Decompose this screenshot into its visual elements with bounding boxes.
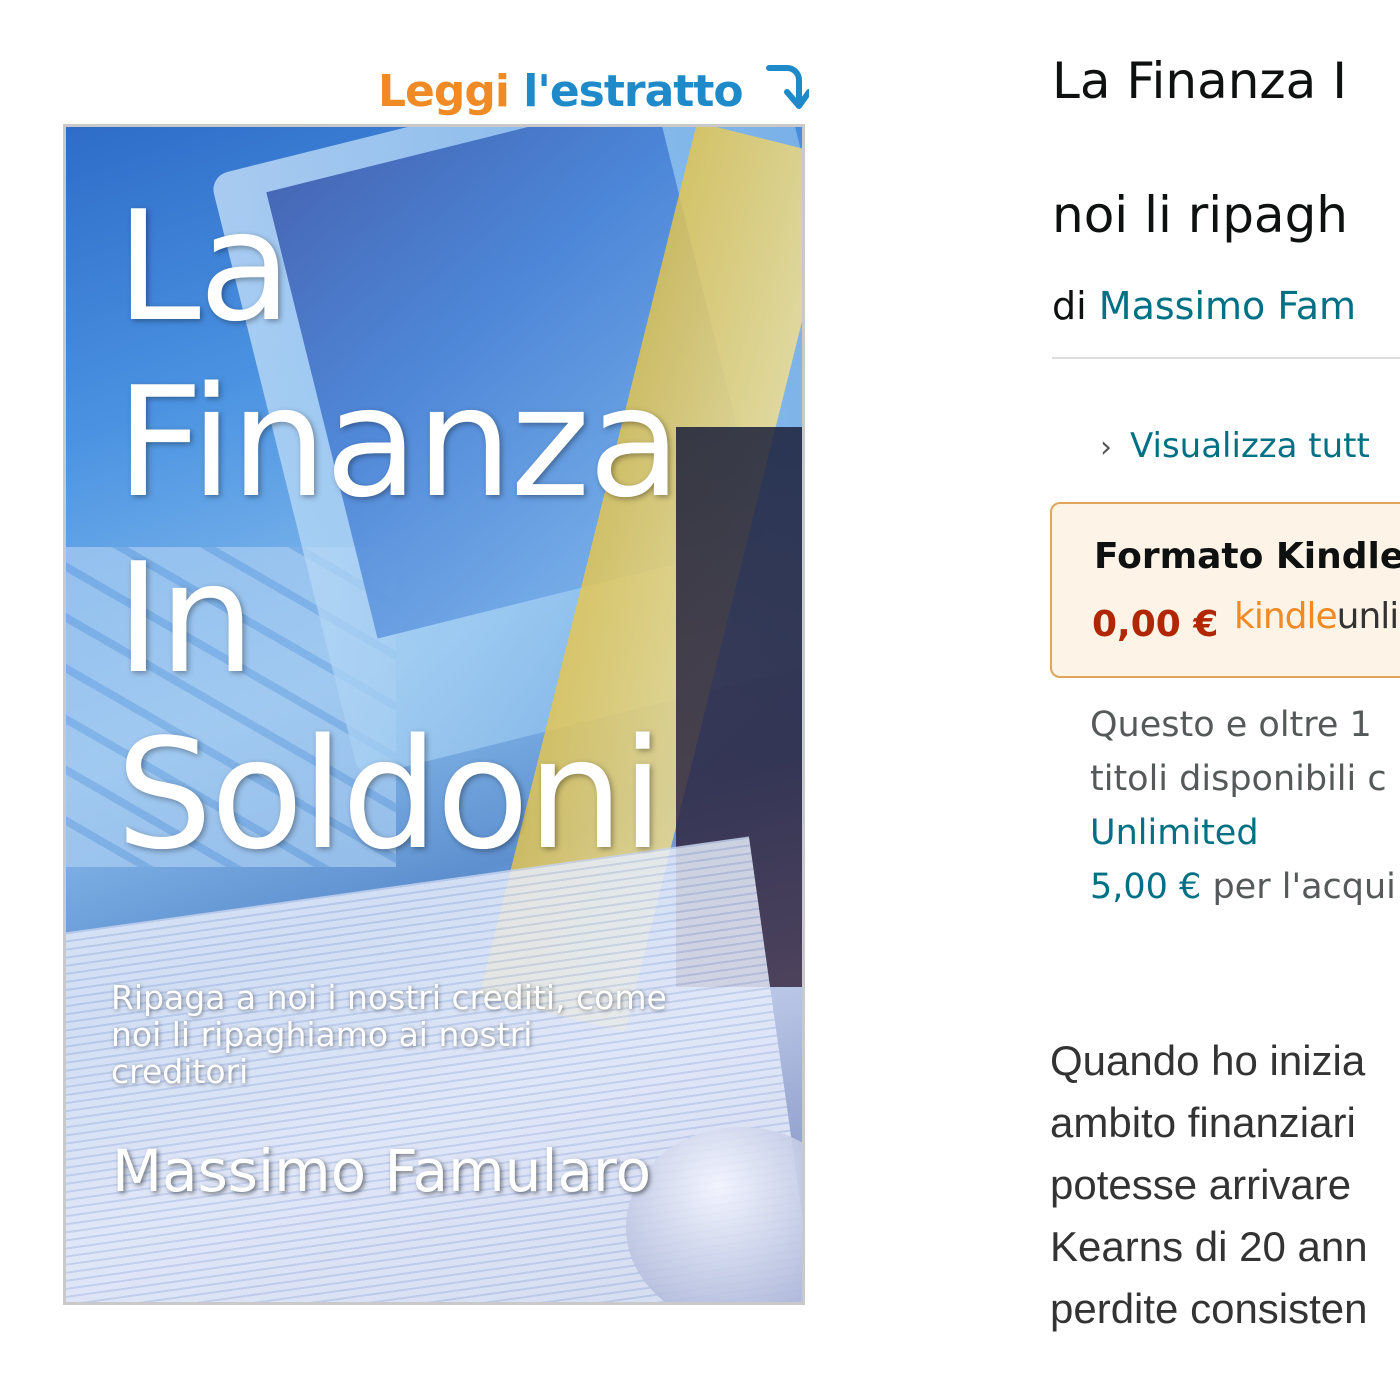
cover-subtitle: Ripaga a noi i nostri crediti, come noi … (111, 979, 781, 1090)
author-link[interactable]: Massimo Fam (1099, 284, 1356, 328)
cover-subtitle-line: creditori (111, 1052, 249, 1091)
curved-down-arrow-icon (763, 62, 812, 123)
description-line: Kearns di 20 ann (1050, 1223, 1368, 1270)
cover-author: Massimo Famularo (112, 1137, 652, 1205)
cover-title-line: Soldoni (116, 706, 664, 883)
format-price: 0,00 € (1092, 604, 1219, 645)
cover-title-line: Finanza (116, 354, 681, 531)
cover-title: La Finanza In Soldoni (116, 179, 796, 883)
cover-title-line: La (116, 178, 292, 355)
buy-price-link[interactable]: 5,00 € (1090, 867, 1201, 907)
look-inside-button[interactable]: Leggi l'estratto (378, 62, 812, 123)
kindle-format-option[interactable]: Formato Kindle 0,00 € kindleunli (1050, 502, 1400, 678)
cover-subtitle-line: Ripaga a noi i nostri crediti, come (111, 978, 667, 1017)
see-all-formats-link[interactable]: › Visualizza tutt (1100, 426, 1370, 466)
cover-title-line: In (116, 530, 255, 707)
ku-note-line: titoli disponibili c (1090, 759, 1387, 799)
description-line: ambito finanziari (1050, 1099, 1356, 1146)
look-inside-word-excerpt: l'estratto (523, 66, 743, 117)
product-title-line-2: noi li ripagh (1052, 186, 1348, 244)
kindle-unlimited-link[interactable]: Unlimited (1090, 813, 1259, 853)
cover-subtitle-line: noi li ripaghiamo ai nostri (111, 1015, 533, 1054)
ku-note-line: Questo e oltre 1 (1090, 705, 1372, 745)
byline-prefix: di (1052, 284, 1087, 328)
divider (1052, 357, 1400, 359)
description-line: perdite consisten (1050, 1285, 1368, 1332)
buy-price-suffix: per l'acqui (1212, 867, 1396, 907)
product-title-line-1: La Finanza I (1052, 52, 1347, 110)
kindle-unlimited-logo-kindle: kindle (1234, 596, 1338, 637)
kindle-unlimited-logo-unlimited: unli (1336, 596, 1400, 637)
look-inside-word-read: Leggi (378, 66, 510, 117)
kindle-unlimited-logo: kindleunli (1234, 596, 1400, 637)
book-cover-image[interactable]: La Finanza In Soldoni Ripaga a noi i nos… (63, 124, 805, 1305)
chevron-right-icon: › (1100, 430, 1112, 465)
description-line: Quando ho inizia (1050, 1037, 1366, 1084)
book-description: Quando ho inizia ambito finanziari potes… (1050, 1030, 1400, 1340)
see-all-label: Visualizza tutt (1130, 426, 1370, 466)
byline: di Massimo Fam (1052, 284, 1356, 328)
description-line: potesse arrivare (1050, 1161, 1352, 1208)
format-name: Formato Kindle (1094, 536, 1400, 577)
kindle-unlimited-note: Questo e oltre 1 titoli disponibili c Un… (1090, 698, 1400, 914)
